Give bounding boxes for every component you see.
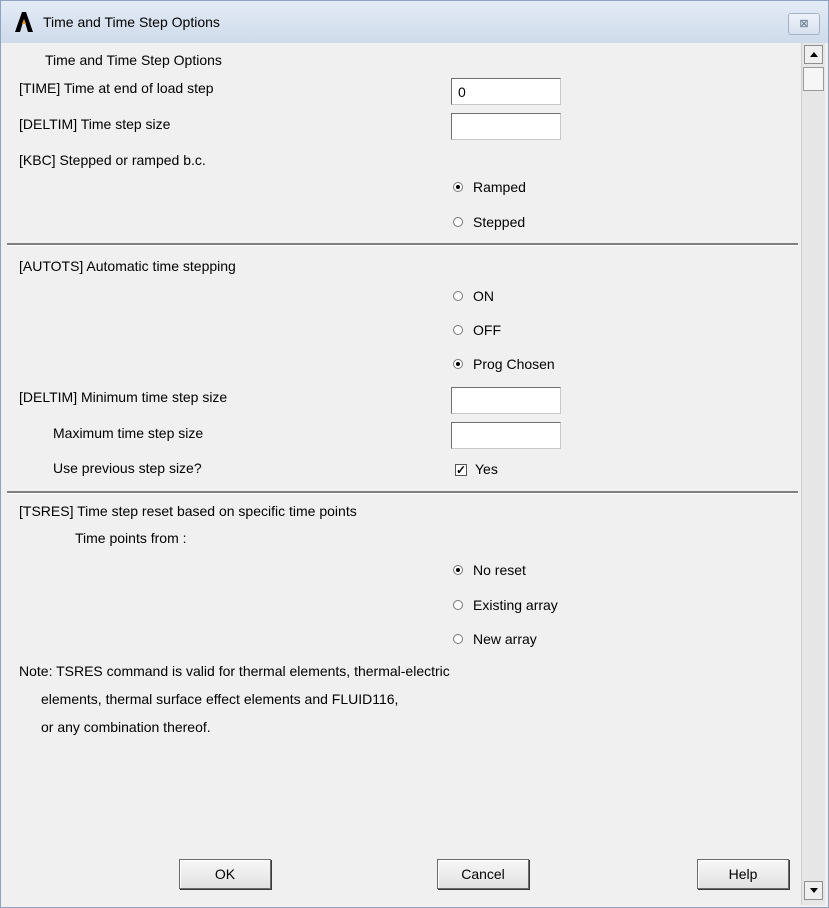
radio-dot-icon <box>453 359 463 369</box>
max-time-step-input[interactable] <box>451 422 561 449</box>
radio-dot-icon <box>453 217 463 227</box>
note-line-2: elements, thermal surface effect element… <box>41 691 399 707</box>
section-divider <box>7 243 798 246</box>
ansys-logo-icon <box>15 12 33 32</box>
time-label: [TIME] Time at end of load step <box>19 80 214 96</box>
min-time-step-input[interactable] <box>451 387 561 414</box>
deltim-label: [DELTIM] Time step size <box>19 116 171 132</box>
window-title: Time and Time Step Options <box>43 14 220 30</box>
radio-dot-icon <box>453 565 463 575</box>
scroll-down-button[interactable] <box>804 881 823 900</box>
arrow-down-icon <box>810 888 818 893</box>
radio-dot-icon <box>453 600 463 610</box>
radio-label: New array <box>473 631 537 647</box>
radio-label: Ramped <box>473 179 526 195</box>
help-button[interactable]: Help <box>697 859 789 889</box>
time-step-size-input[interactable] <box>451 113 561 140</box>
cancel-button[interactable]: Cancel <box>437 859 529 889</box>
radio-dot-icon <box>453 182 463 192</box>
radio-label: Stepped <box>473 214 526 230</box>
autots-label: [AUTOTS] Automatic time stepping <box>19 258 236 274</box>
note-line-3: or any combination thereof. <box>41 719 211 735</box>
radio-label: No reset <box>473 562 526 578</box>
section-heading: Time and Time Step Options <box>45 52 222 68</box>
radio-label: Prog Chosen <box>473 356 555 372</box>
checkmark-icon: ✓ <box>455 463 467 477</box>
vertical-scrollbar[interactable] <box>801 43 825 905</box>
scroll-thumb[interactable] <box>803 67 824 91</box>
radio-label: OFF <box>473 322 501 338</box>
time-points-label: Time points from : <box>75 530 187 546</box>
section-divider <box>7 491 798 494</box>
tsres-label: [TSRES] Time step reset based on specifi… <box>19 503 357 519</box>
radio-dot-icon <box>453 325 463 335</box>
dialog-content: Time and Time Step Options [TIME] Time a… <box>7 43 798 905</box>
arrow-up-icon <box>810 52 818 57</box>
radio-dot-icon <box>453 634 463 644</box>
radio-label: ON <box>473 288 494 304</box>
title-bar[interactable]: Time and Time Step Options ⊠ <box>1 1 828 43</box>
kbc-label: [KBC] Stepped or ramped b.c. <box>19 152 206 168</box>
scroll-up-button[interactable] <box>804 45 823 64</box>
min-time-step-label: [DELTIM] Minimum time step size <box>19 389 228 405</box>
checkbox-label: Yes <box>475 461 498 477</box>
max-time-step-label: Maximum time step size <box>53 425 204 441</box>
note-line-1: Note: TSRES command is valid for thermal… <box>19 663 450 679</box>
radio-label: Existing array <box>473 597 558 613</box>
time-end-input[interactable] <box>451 78 561 105</box>
dialog-window: Time and Time Step Options ⊠ Time and Ti… <box>0 0 829 908</box>
close-button[interactable]: ⊠ <box>788 13 820 35</box>
radio-dot-icon <box>453 291 463 301</box>
ok-button[interactable]: OK <box>179 859 271 889</box>
prev-step-label: Use previous step size? <box>53 460 202 476</box>
